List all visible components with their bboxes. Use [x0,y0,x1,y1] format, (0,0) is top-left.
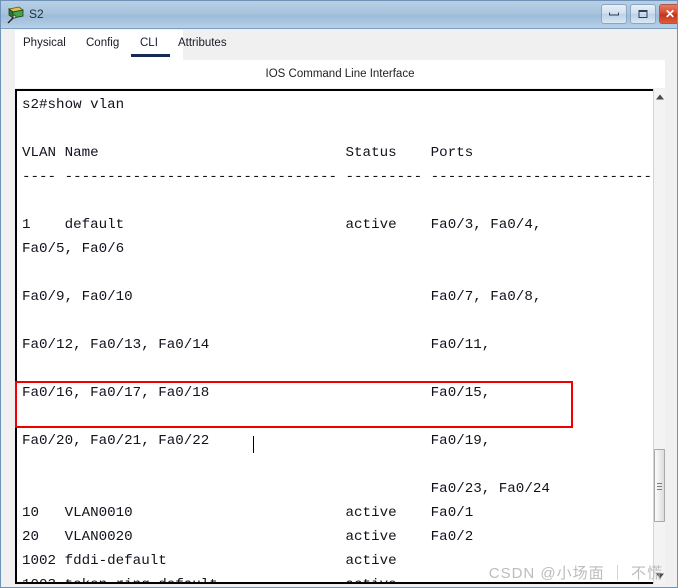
scroll-down-arrow-icon[interactable] [654,570,665,582]
scrollbar-thumb[interactable] [654,449,665,522]
maximize-button[interactable] [630,4,656,24]
close-icon: ✕ [664,7,676,21]
scroll-up-arrow-icon[interactable] [654,91,665,103]
close-button[interactable]: ✕ [659,4,677,24]
minimize-button[interactable] [601,4,627,24]
grip-line [657,483,662,484]
maximize-icon [638,10,648,18]
tab-physical[interactable]: Physical [23,36,66,51]
tab-attributes[interactable]: Attributes [178,36,227,51]
cli-terminal-output[interactable]: s2#show vlan VLAN Name Status Ports ----… [22,93,665,582]
switch-device-icon [7,6,24,24]
tab-cli[interactable]: CLI [140,36,158,51]
window-title-label: S2 [29,7,44,21]
grip-line [657,489,662,490]
minimize-icon [609,12,619,16]
tab-cli-active-indicator [131,54,170,57]
triangle-up-icon [655,94,664,100]
text-cursor-caret [253,436,254,453]
cli-panel-title: IOS Command Line Interface [265,68,415,80]
tab-config[interactable]: Config [86,36,119,51]
window-title-bar[interactable]: S2 ✕ [1,1,677,29]
triangle-down-icon [655,573,664,579]
grip-line [657,486,662,487]
cli-panel-header: IOS Command Line Interface [15,60,665,88]
cli-terminal[interactable]: s2#show vlan VLAN Name Status Ports ----… [15,89,665,584]
cli-vertical-scrollbar[interactable] [653,89,665,584]
tab-strip: Physical Config CLI Attributes [1,30,677,60]
packet-tracer-device-window: S2 ✕ Physical Config CLI Attributes IOS … [0,0,678,588]
